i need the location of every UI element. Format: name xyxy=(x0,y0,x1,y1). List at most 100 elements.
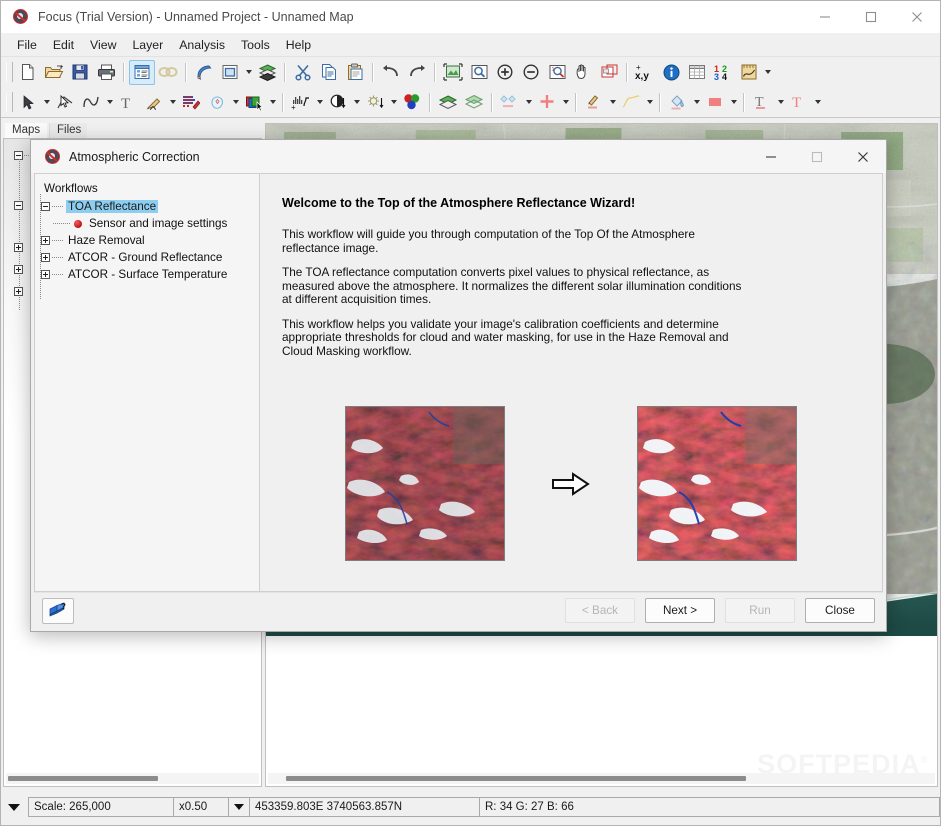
chevron-down-icon[interactable] xyxy=(775,90,786,115)
raster-edit-icon[interactable] xyxy=(178,90,204,115)
chevron-down-icon[interactable] xyxy=(644,90,655,115)
layer-properties-icon[interactable] xyxy=(129,59,155,85)
tab-maps[interactable]: Maps xyxy=(5,123,47,139)
fill-color-swatch-icon[interactable] xyxy=(702,90,728,115)
rgb-balls-icon[interactable] xyxy=(399,90,425,115)
tree-node-haze-removal[interactable]: Haze Removal xyxy=(41,232,259,249)
menu-help[interactable]: Help xyxy=(278,35,319,55)
tree-expander-4[interactable] xyxy=(14,287,23,296)
chevron-down-icon[interactable] xyxy=(167,90,178,115)
dialog-close-button[interactable] xyxy=(840,140,886,173)
fit-image-icon[interactable] xyxy=(440,60,466,85)
paste-clipboard-icon[interactable] xyxy=(342,60,368,85)
zoom-one-to-one-icon[interactable]: 1 xyxy=(544,60,570,85)
chevron-down-icon[interactable] xyxy=(267,90,278,115)
vertex-edit-icon[interactable] xyxy=(52,90,78,115)
chevron-down-icon[interactable] xyxy=(41,90,52,115)
cut-scissors-icon[interactable] xyxy=(290,60,316,85)
close-button[interactable]: Close xyxy=(805,598,875,623)
polyline-icon[interactable] xyxy=(78,90,104,115)
new-file-icon[interactable] xyxy=(15,60,41,85)
histogram-enhance-icon[interactable]: + xyxy=(288,90,314,115)
menu-tools[interactable]: Tools xyxy=(233,35,278,55)
expander-plus-icon[interactable] xyxy=(41,236,50,245)
help-book-icon[interactable]: ? xyxy=(42,597,74,624)
tree-node-atcor-surface-temperature[interactable]: ATCOR - Surface Temperature xyxy=(41,266,259,283)
zoom-factor-readout[interactable]: x0.50 xyxy=(173,797,229,817)
table-grid-icon[interactable] xyxy=(684,60,710,85)
undo-arrow-icon[interactable] xyxy=(378,60,404,85)
curve-line-icon[interactable] xyxy=(618,90,644,115)
expander-minus-icon[interactable] xyxy=(41,202,50,211)
brightness-icon[interactable] xyxy=(362,90,388,115)
shape-region-icon[interactable] xyxy=(204,90,230,115)
measure-pencil-icon[interactable] xyxy=(141,90,167,115)
statusbar-dropdown-icon[interactable] xyxy=(4,796,24,818)
window-view-icon[interactable] xyxy=(217,60,243,85)
menu-view[interactable]: View xyxy=(82,35,124,55)
save-floppy-icon[interactable] xyxy=(67,60,93,85)
contrast-icon[interactable] xyxy=(325,90,351,115)
tree-expander-2[interactable] xyxy=(14,243,23,252)
toolbar-grip[interactable] xyxy=(6,92,13,112)
layer-select-icon[interactable] xyxy=(241,90,267,115)
info-icon[interactable] xyxy=(658,60,684,85)
zoom-magnifier-icon[interactable] xyxy=(466,60,492,85)
tree-node-atcor-ground-reflectance[interactable]: ATCOR - Ground Reflectance xyxy=(41,249,259,266)
chevron-down-icon[interactable] xyxy=(762,60,773,85)
next-button[interactable]: Next > xyxy=(645,598,715,623)
copy-icon[interactable] xyxy=(316,60,342,85)
left-panel-hscrollbar[interactable] xyxy=(6,773,259,784)
text-color-icon[interactable]: T xyxy=(786,90,812,115)
redo-arrow-icon[interactable] xyxy=(404,60,430,85)
point-cross-icon[interactable] xyxy=(534,90,560,115)
menu-file[interactable]: File xyxy=(9,35,45,55)
layers-stack-icon[interactable] xyxy=(254,60,280,85)
open-folder-icon[interactable] xyxy=(41,60,67,85)
workflow-tree[interactable]: Workflows TOA Reflectance Sensor and ima… xyxy=(34,173,259,592)
toolbar-grip[interactable] xyxy=(6,62,13,82)
vector-layer-icon[interactable] xyxy=(461,90,487,115)
map-panel-hscrollbar[interactable] xyxy=(268,773,935,784)
numbers-1234-icon[interactable]: 1 2 3 4 xyxy=(710,60,736,85)
pan-hand-icon[interactable] xyxy=(570,60,596,85)
chevron-down-icon[interactable] xyxy=(243,60,254,85)
text-tool-icon[interactable]: T xyxy=(115,90,141,115)
chevron-down-icon[interactable] xyxy=(728,90,739,115)
chevron-down-icon[interactable] xyxy=(560,90,571,115)
tree-node-toa-reflectance[interactable]: TOA Reflectance xyxy=(41,198,259,215)
tree-expander-3[interactable] xyxy=(14,265,23,274)
tree-expander-1[interactable] xyxy=(14,201,23,210)
chevron-down-icon[interactable] xyxy=(691,90,702,115)
menu-edit[interactable]: Edit xyxy=(45,35,82,55)
chevron-down-icon[interactable] xyxy=(314,90,325,115)
chevron-down-icon[interactable] xyxy=(523,90,534,115)
coordinate-xy-icon[interactable]: + x,y xyxy=(632,60,658,85)
blend-roller-icon[interactable] xyxy=(191,60,217,85)
measure-ruler-icon[interactable] xyxy=(736,60,762,85)
chevron-down-icon[interactable] xyxy=(230,90,241,115)
tree-node-sensor-settings[interactable]: Sensor and image settings xyxy=(41,215,259,232)
link-chain-icon[interactable] xyxy=(155,60,181,85)
symbol-style-icon[interactable] xyxy=(497,90,523,115)
minimize-button[interactable] xyxy=(802,1,848,33)
chevron-down-icon[interactable] xyxy=(351,90,362,115)
map-layer-icon[interactable] xyxy=(435,90,461,115)
expander-plus-icon[interactable] xyxy=(41,270,50,279)
overview-window-icon[interactable] xyxy=(596,60,622,85)
chevron-down-icon[interactable] xyxy=(607,90,618,115)
scrollbar-thumb[interactable] xyxy=(8,776,158,781)
maximize-button[interactable] xyxy=(848,1,894,33)
dialog-minimize-button[interactable] xyxy=(748,140,794,173)
chevron-down-icon[interactable] xyxy=(104,90,115,115)
tab-files[interactable]: Files xyxy=(49,123,87,139)
scrollbar-thumb[interactable] xyxy=(286,776,746,781)
close-button[interactable] xyxy=(894,1,940,33)
select-arrow-icon[interactable] xyxy=(15,90,41,115)
menu-layer[interactable]: Layer xyxy=(124,35,171,55)
fill-bucket-icon[interactable] xyxy=(665,90,691,115)
chevron-down-icon[interactable] xyxy=(812,90,823,115)
print-icon[interactable] xyxy=(93,60,119,85)
zoom-in-icon[interactable] xyxy=(492,60,518,85)
menu-analysis[interactable]: Analysis xyxy=(171,35,233,55)
